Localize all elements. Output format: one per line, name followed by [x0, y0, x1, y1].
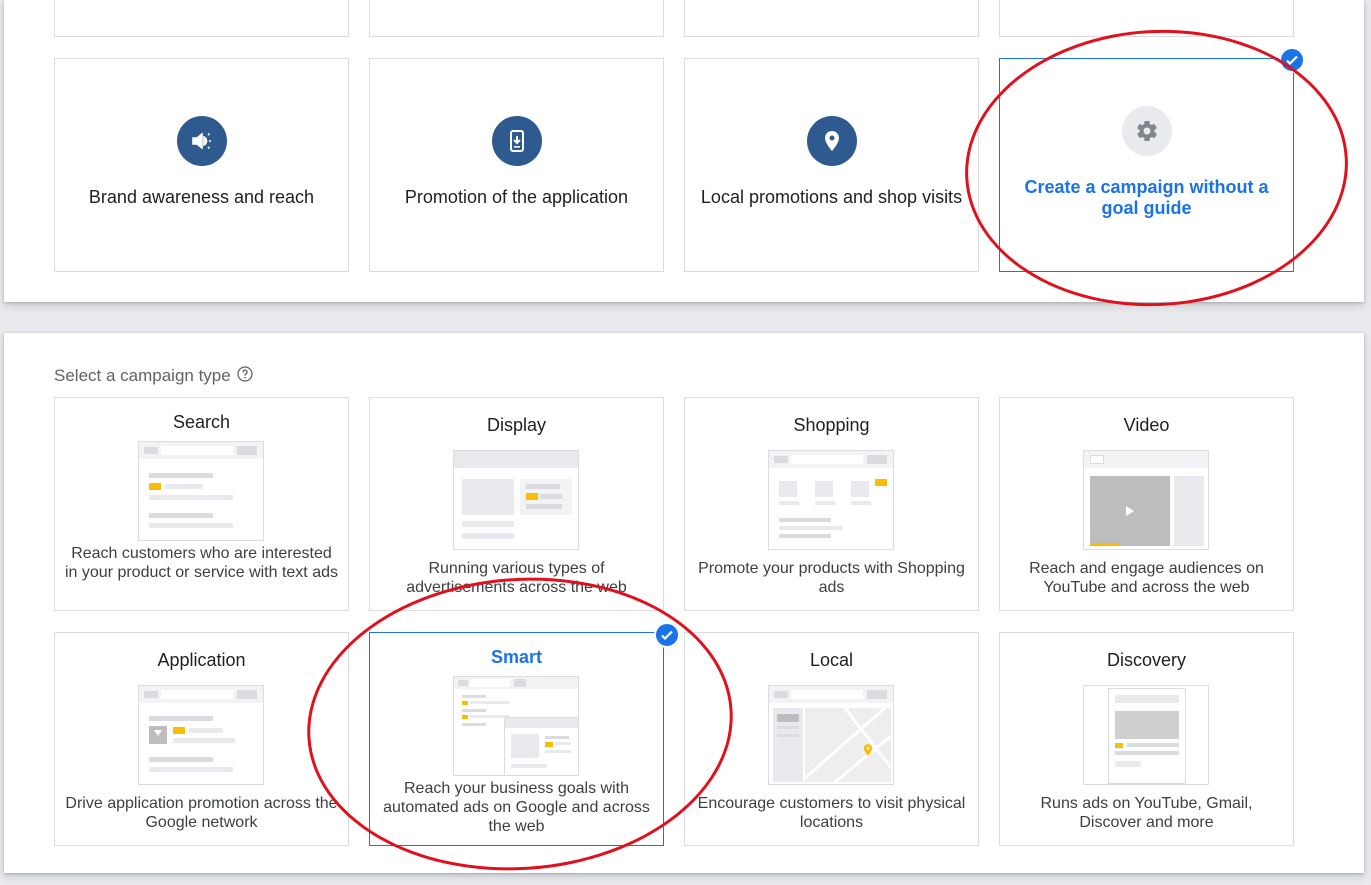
campaign-type-description: Running various types of advertisements … [406, 560, 627, 596]
goal-card-app-promotion[interactable]: Promotion of the application [369, 58, 664, 272]
campaign-type-title: Application [157, 650, 246, 670]
gear-icon [1121, 106, 1172, 156]
campaign-type-title: Local [809, 650, 854, 670]
campaign-type-description: Runs ads on YouTube, Gmail, Discover and… [1040, 795, 1253, 831]
campaign-type-title: Video [1123, 415, 1170, 435]
campaign-type-description: Promote your products with Shopping ads [698, 560, 965, 596]
goal-card-partial[interactable] [684, 0, 979, 37]
goal-card-partial[interactable] [999, 0, 1294, 37]
search-illustration [137, 441, 264, 541]
campaign-type-discovery[interactable]: Discovery Runs ads on YouTube, Gmail, Di… [999, 632, 1294, 846]
megaphone-icon [176, 116, 227, 166]
goal-card-label: Local promotions and shop visits [700, 187, 963, 207]
shopping-illustration [767, 450, 894, 550]
location-pin-icon [806, 116, 857, 166]
goal-card-local-promotions[interactable]: Local promotions and shop visits [684, 58, 979, 272]
smart-illustration [452, 676, 579, 776]
help-circle-icon[interactable] [237, 366, 253, 387]
campaign-type-title: Shopping [793, 415, 870, 435]
local-illustration [767, 685, 894, 785]
video-illustration [1082, 450, 1209, 550]
phone-download-icon [491, 116, 542, 166]
campaign-type-description: Reach your business goals with automated… [383, 780, 650, 835]
campaign-type-description: Encourage customers to visit physical lo… [697, 795, 966, 831]
goal-card-partial[interactable] [54, 0, 349, 37]
campaign-type-panel: Select a campaign type Search Reach cust… [4, 333, 1364, 873]
check-icon [1279, 47, 1305, 73]
campaign-type-video[interactable]: Video Reach and engage audiences on YouT… [999, 397, 1294, 611]
goal-card-label: Promotion of the application [404, 187, 629, 207]
goal-card-label: Create a campaign without a goal guide [1024, 177, 1269, 218]
campaign-type-heading: Select a campaign type [54, 366, 253, 387]
campaign-type-display[interactable]: Display Running various types of adverti… [369, 397, 664, 611]
campaign-type-application[interactable]: Application Drive application promotion … [54, 632, 349, 846]
goal-card-partial[interactable] [369, 0, 664, 37]
campaign-type-title: Display [486, 415, 547, 435]
check-icon [654, 622, 680, 648]
campaign-type-title: Search [172, 412, 231, 432]
campaign-type-shopping[interactable]: Shopping Promote your products with Shop… [684, 397, 979, 611]
goal-card-no-goal[interactable]: Create a campaign without a goal guide [999, 47, 1305, 272]
campaign-type-smart[interactable]: Smart Reach your business goals with aut… [369, 622, 680, 846]
campaign-type-title: Smart [490, 647, 543, 667]
campaign-type-description: Reach and engage audiences on YouTube an… [1029, 560, 1264, 596]
display-illustration [452, 450, 579, 550]
goal-card-brand-awareness[interactable]: Brand awareness and reach [54, 58, 349, 272]
campaign-type-description: Drive application promotion across the G… [65, 795, 338, 831]
application-illustration [137, 685, 264, 785]
campaign-type-search[interactable]: Search Reach customers who are intereste… [54, 397, 349, 611]
campaign-type-local[interactable]: Local Encourage customers to visit physi… [684, 632, 979, 846]
campaign-type-heading-text: Select a campaign type [54, 366, 231, 385]
discovery-illustration [1082, 685, 1209, 785]
campaign-type-description: Reach customers who are interested in yo… [64, 545, 338, 581]
goal-panel: Brand awareness and reach Promotion of t… [4, 0, 1364, 302]
goal-card-label: Brand awareness and reach [88, 187, 315, 207]
campaign-type-title: Discovery [1106, 650, 1186, 670]
